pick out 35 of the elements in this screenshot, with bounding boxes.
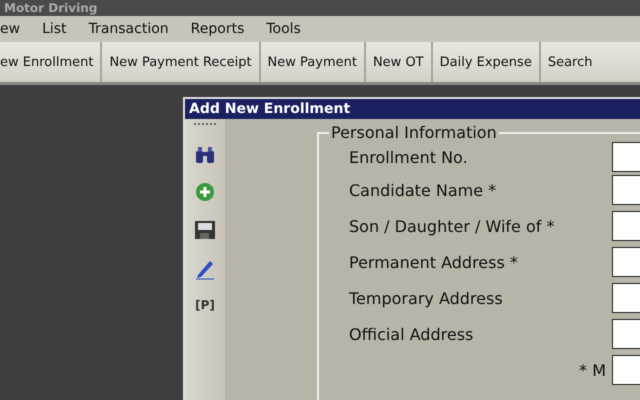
input-field[interactable] — [612, 247, 640, 277]
add-icon[interactable] — [195, 182, 215, 202]
toolbar-button[interactable]: ew Enrollment — [0, 42, 102, 82]
grip-icon[interactable] — [194, 123, 216, 128]
required-mark: * — [578, 360, 588, 380]
menu-item[interactable]: List — [42, 21, 67, 37]
toolbar-button[interactable]: New Payment — [260, 42, 366, 82]
toolbar-button[interactable]: Daily Expense — [432, 42, 541, 82]
group-title: Personal Information — [330, 123, 498, 142]
field-label: Candidate Name * — [349, 180, 498, 200]
window-title: Motor Driving — [4, 0, 98, 16]
field-label: M — [592, 360, 606, 380]
toolbar-button[interactable]: New OT — [366, 42, 433, 82]
input-field[interactable] — [612, 319, 640, 349]
dialog-title: Add New Enrollment — [189, 101, 350, 117]
input-field[interactable] — [612, 355, 640, 385]
input-field[interactable] — [612, 211, 640, 241]
menu-item[interactable]: Transaction — [88, 21, 169, 37]
field-label: Official Address — [349, 324, 474, 344]
input-field[interactable] — [612, 142, 640, 172]
pen-icon[interactable] — [194, 258, 216, 280]
menu-item[interactable]: Tools — [266, 21, 301, 37]
toolbar-button[interactable]: New Payment Receipt — [102, 42, 261, 82]
input-field[interactable] — [612, 175, 640, 205]
menu-item[interactable]: Reports — [190, 21, 244, 37]
print-button[interactable]: [P] — [195, 298, 215, 312]
field-label: Temporary Address — [349, 288, 504, 308]
menu-item[interactable]: ew — [0, 21, 20, 37]
save-icon[interactable] — [194, 220, 216, 240]
input-field[interactable] — [612, 283, 640, 313]
toolbar-button[interactable]: Search — [540, 42, 600, 82]
field-label: Son / Daughter / Wife of * — [349, 216, 556, 236]
binoculars-icon[interactable] — [195, 146, 215, 164]
field-label: Permanent Address * — [349, 252, 519, 272]
field-label: Enrollment No. — [349, 148, 469, 166]
